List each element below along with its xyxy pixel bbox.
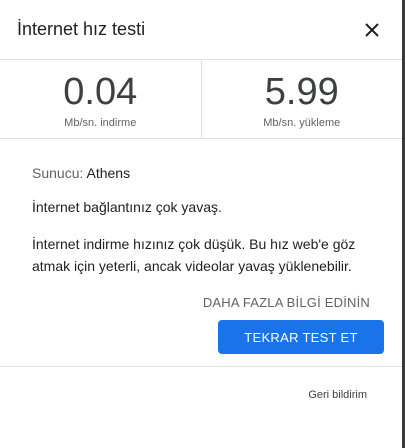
upload-stat: 5.99 Mb/sn. yükleme xyxy=(200,60,403,138)
close-icon xyxy=(365,22,379,37)
speed-detail: İnternet indirme hızınız çok düşük. Bu h… xyxy=(32,236,356,274)
upload-unit: Mb/sn. yükleme xyxy=(263,117,341,129)
download-value: 0.04 xyxy=(63,71,138,113)
dialog-title: İnternet hız testi xyxy=(17,18,146,39)
server-info: Sunucu: Athens xyxy=(32,165,384,181)
speed-results: 0.04 Mb/sn. indirme 5.99 Mb/sn. yükleme xyxy=(0,60,402,139)
speed-test-dialog: İnternet hız testi 0.04 Mb/sn. indirme 5… xyxy=(0,0,402,448)
download-stat: 0.04 Mb/sn. indirme xyxy=(0,60,201,138)
upload-value: 5.99 xyxy=(264,71,339,113)
server-label: Sunucu: xyxy=(32,165,84,181)
dialog-header: İnternet hız testi xyxy=(0,0,402,60)
dialog-actions: DAHA FAZLA BİLGİ EDİNİN TEKRAR TEST ET xyxy=(0,295,402,354)
server-value: Athens xyxy=(86,165,131,181)
download-unit: Mb/sn. indirme xyxy=(64,117,137,129)
result-content: Sunucu: Athens İnternet bağlantınız çok … xyxy=(0,165,402,277)
feedback-link[interactable]: Geri bildirim xyxy=(308,389,367,401)
retest-button[interactable]: TEKRAR TEST ET xyxy=(218,320,384,354)
speed-summary: İnternet bağlantınız çok yavaş. xyxy=(32,199,222,215)
learn-more-link[interactable]: DAHA FAZLA BİLGİ EDİNİN xyxy=(203,295,370,310)
footer-divider xyxy=(0,366,402,367)
close-button[interactable] xyxy=(360,18,384,42)
